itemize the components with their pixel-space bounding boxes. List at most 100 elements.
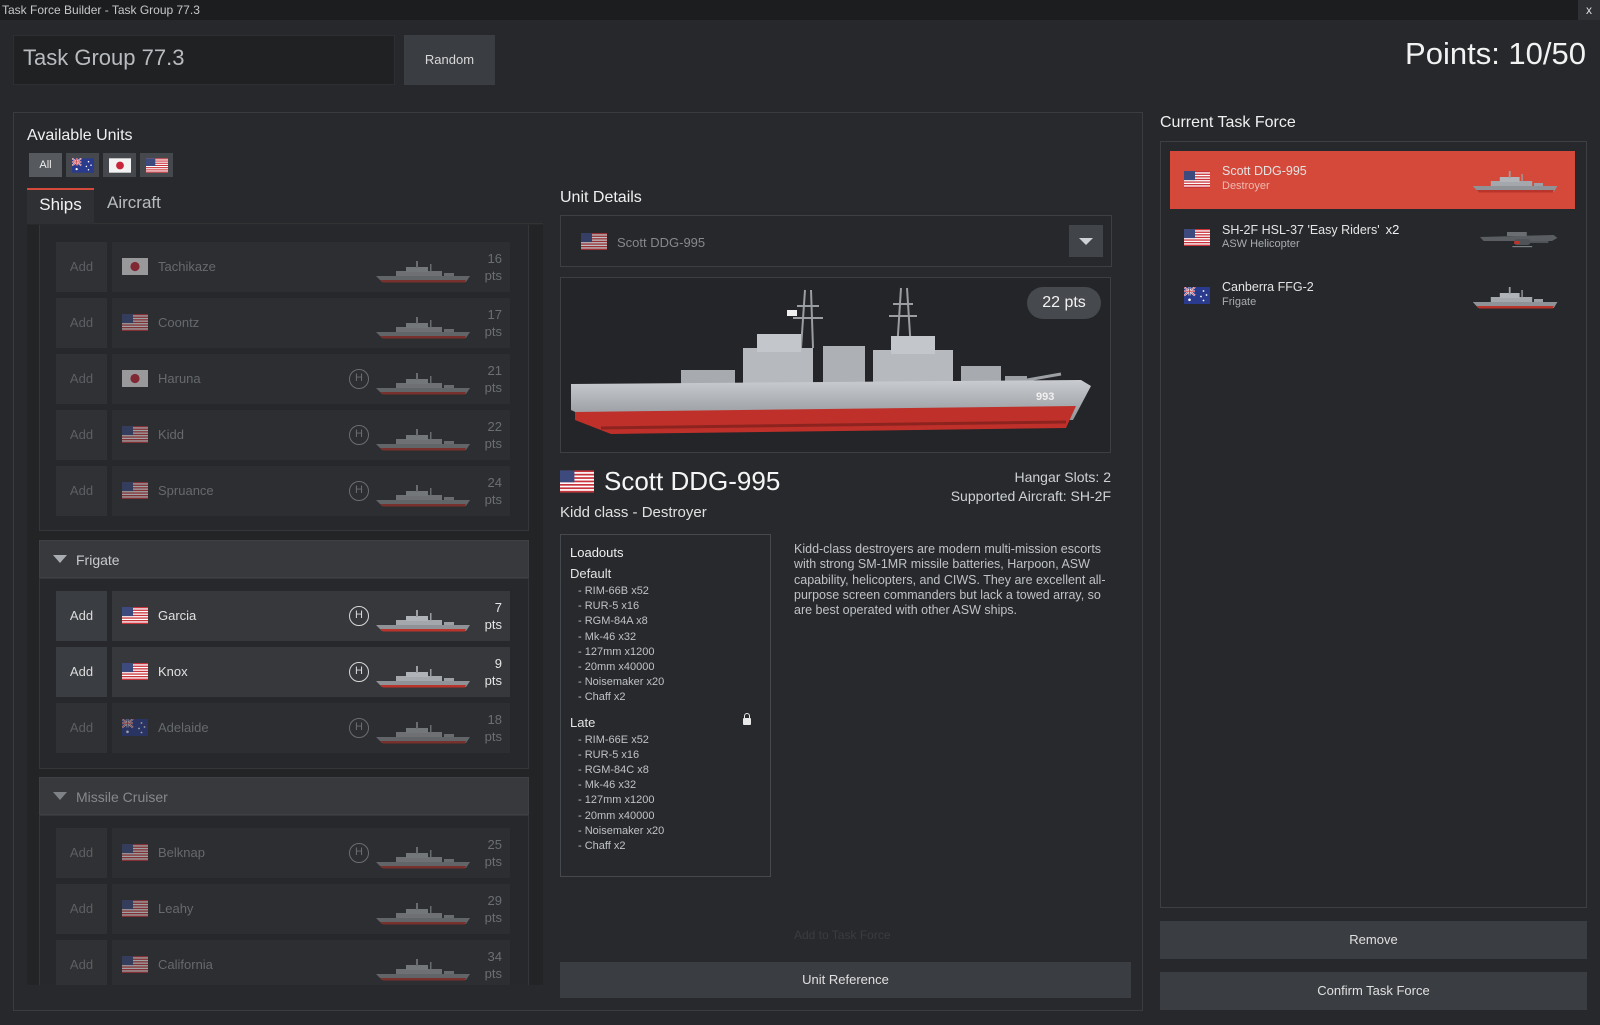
chevron-down-icon — [1079, 238, 1093, 245]
unit-points: 7 pts — [484, 600, 502, 632]
unit-points: 17 pts — [484, 307, 502, 339]
add-button[interactable]: Add — [56, 703, 107, 753]
add-button[interactable]: Add — [56, 354, 107, 404]
remove-button[interactable]: Remove — [1160, 921, 1587, 959]
task-force-item[interactable]: SH-2F HSL-37 'Easy Riders' x2 ASW Helicop… — [1170, 209, 1575, 267]
list-item-spruance: Add Spruance H 24 pts — [56, 466, 510, 516]
tab-ships[interactable]: Ships — [27, 188, 94, 224]
filter-all[interactable]: All — [29, 153, 62, 177]
unit-name: Leahy — [158, 901, 194, 916]
task-force-item[interactable]: Canberra FFG-2 Frigate — [1170, 267, 1575, 325]
unit-name: Coontz — [158, 315, 200, 330]
selected-unit: Scott DDG-995 — [617, 235, 706, 250]
unit-card[interactable]: Knox H 9 pts — [112, 647, 510, 697]
group-label: Frigate — [76, 552, 120, 568]
unit-list[interactable]: Add Tachikaze 16 pts Add Coontz 17 pts Add… — [27, 225, 543, 985]
filter-japan[interactable] — [103, 153, 136, 177]
list-item-adelaide: Add Adelaide H 18 pts — [56, 703, 510, 753]
task-force-item-type: Frigate — [1222, 296, 1257, 308]
filter-australia[interactable] — [66, 153, 99, 177]
unit-name: Kidd — [158, 427, 185, 442]
add-button[interactable]: Add — [56, 647, 107, 697]
ship-silhouette-icon — [374, 843, 474, 871]
usa-flag-icon — [581, 233, 607, 250]
loadout-default-label[interactable]: Default — [570, 566, 761, 581]
unit-card[interactable]: Kidd H 22 pts — [112, 410, 510, 460]
add-button[interactable]: Add — [56, 410, 107, 460]
filter-all-label: All — [39, 159, 52, 171]
add-button[interactable]: Add — [56, 591, 107, 641]
task-force-item-name: SH-2F HSL-37 'Easy Riders' x2 — [1222, 222, 1400, 237]
add-button[interactable]: Add — [56, 466, 107, 516]
ship-silhouette-icon — [374, 899, 474, 927]
available-units-heading: Available Units — [27, 127, 133, 144]
add-button[interactable]: Add — [56, 940, 107, 985]
unit-select-dropdown[interactable]: Scott DDG-995 — [560, 215, 1112, 267]
helicopter-capable-icon: H — [349, 606, 369, 626]
list-item-leahy: Add Leahy 29 pts — [56, 884, 510, 934]
task-force-item-type: Destroyer — [1222, 180, 1270, 192]
helicopter-capable-icon: H — [349, 369, 369, 389]
usa-flag-icon — [122, 663, 148, 680]
usa-flag-icon — [560, 470, 594, 493]
dropdown-toggle[interactable] — [1069, 225, 1103, 257]
add-button[interactable]: Add — [56, 242, 107, 292]
loadout-item: - RUR-5 x16 — [578, 600, 640, 613]
points-counter: Points: 10/50 — [1405, 36, 1586, 71]
list-item-coontz: Add Coontz 17 pts — [56, 298, 510, 348]
loadout-item: - Chaff x2 — [578, 691, 626, 704]
ship-silhouette-icon — [374, 257, 474, 285]
unit-name: Adelaide — [158, 720, 209, 735]
unit-name: Knox — [158, 664, 188, 679]
unit-card[interactable]: Haruna H 21 pts — [112, 354, 510, 404]
ship-silhouette-icon — [1471, 283, 1561, 311]
missile-cruiser-group-header[interactable]: Missile Cruiser — [39, 777, 529, 815]
list-item-haruna: Add Haruna H 21 pts — [56, 354, 510, 404]
task-force-item[interactable]: Scott DDG-995 Destroyer — [1170, 151, 1575, 209]
ship-silhouette-icon — [374, 425, 474, 453]
unit-type-tabs: Ships Aircraft — [27, 188, 543, 224]
unit-card[interactable]: Spruance H 24 pts — [112, 466, 510, 516]
unit-card[interactable]: Tachikaze 16 pts — [112, 242, 510, 292]
ship-silhouette-icon — [374, 369, 474, 397]
unit-card[interactable]: Belknap H 25 pts — [112, 828, 510, 878]
unit-card[interactable]: Leahy 29 pts — [112, 884, 510, 934]
random-button[interactable]: Random — [404, 35, 495, 85]
unit-card[interactable]: Coontz 17 pts — [112, 298, 510, 348]
close-button[interactable]: x — [1578, 0, 1600, 20]
usa-flag-icon — [1184, 171, 1210, 188]
task-force-item-type: ASW Helicopter — [1222, 238, 1300, 250]
confirm-task-force-button[interactable]: Confirm Task Force — [1160, 972, 1587, 1010]
task-group-name-input[interactable]: Task Group 77.3 — [13, 35, 395, 85]
title-bar: Task Force Builder - Task Group 77.3 x — [0, 0, 1600, 20]
usa-flag-icon — [122, 426, 148, 443]
unit-name: Belknap — [158, 845, 205, 860]
add-to-task-force-button[interactable]: Add to Task Force — [794, 928, 891, 942]
unit-reference-button[interactable]: Unit Reference — [560, 962, 1131, 998]
loadout-late-label[interactable]: Late — [570, 712, 761, 730]
unit-title: Scott DDG-995 — [560, 466, 780, 497]
unit-name: Spruance — [158, 483, 214, 498]
usa-flag-icon — [122, 482, 148, 499]
add-button[interactable]: Add — [56, 884, 107, 934]
unit-card[interactable]: Garcia H 7 pts — [112, 591, 510, 641]
loadout-item: - RGM-84A x8 — [578, 615, 648, 628]
unit-points: 24 pts — [484, 475, 502, 507]
supported-aircraft: Supported Aircraft: SH-2F — [950, 488, 1111, 504]
usa-flag-icon — [122, 844, 148, 861]
loadout-item: - Noisemaker x20 — [578, 676, 665, 689]
add-button[interactable]: Add — [56, 828, 107, 878]
unit-points: 9 pts — [484, 656, 502, 688]
lock-icon — [743, 712, 751, 725]
unit-card[interactable]: Adelaide H 18 pts — [112, 703, 510, 753]
unit-name: Haruna — [158, 371, 201, 386]
frigate-group-header[interactable]: Frigate — [39, 540, 529, 578]
unit-points: 18 pts — [484, 712, 502, 744]
nation-filters: All — [29, 153, 173, 177]
tab-aircraft[interactable]: Aircraft — [107, 188, 161, 224]
unit-card[interactable]: California 34 pts — [112, 940, 510, 985]
filter-usa[interactable] — [140, 153, 173, 177]
helicopter-capable-icon: H — [349, 843, 369, 863]
window-title: Task Force Builder - Task Group 77.3 — [2, 3, 200, 17]
add-button[interactable]: Add — [56, 298, 107, 348]
